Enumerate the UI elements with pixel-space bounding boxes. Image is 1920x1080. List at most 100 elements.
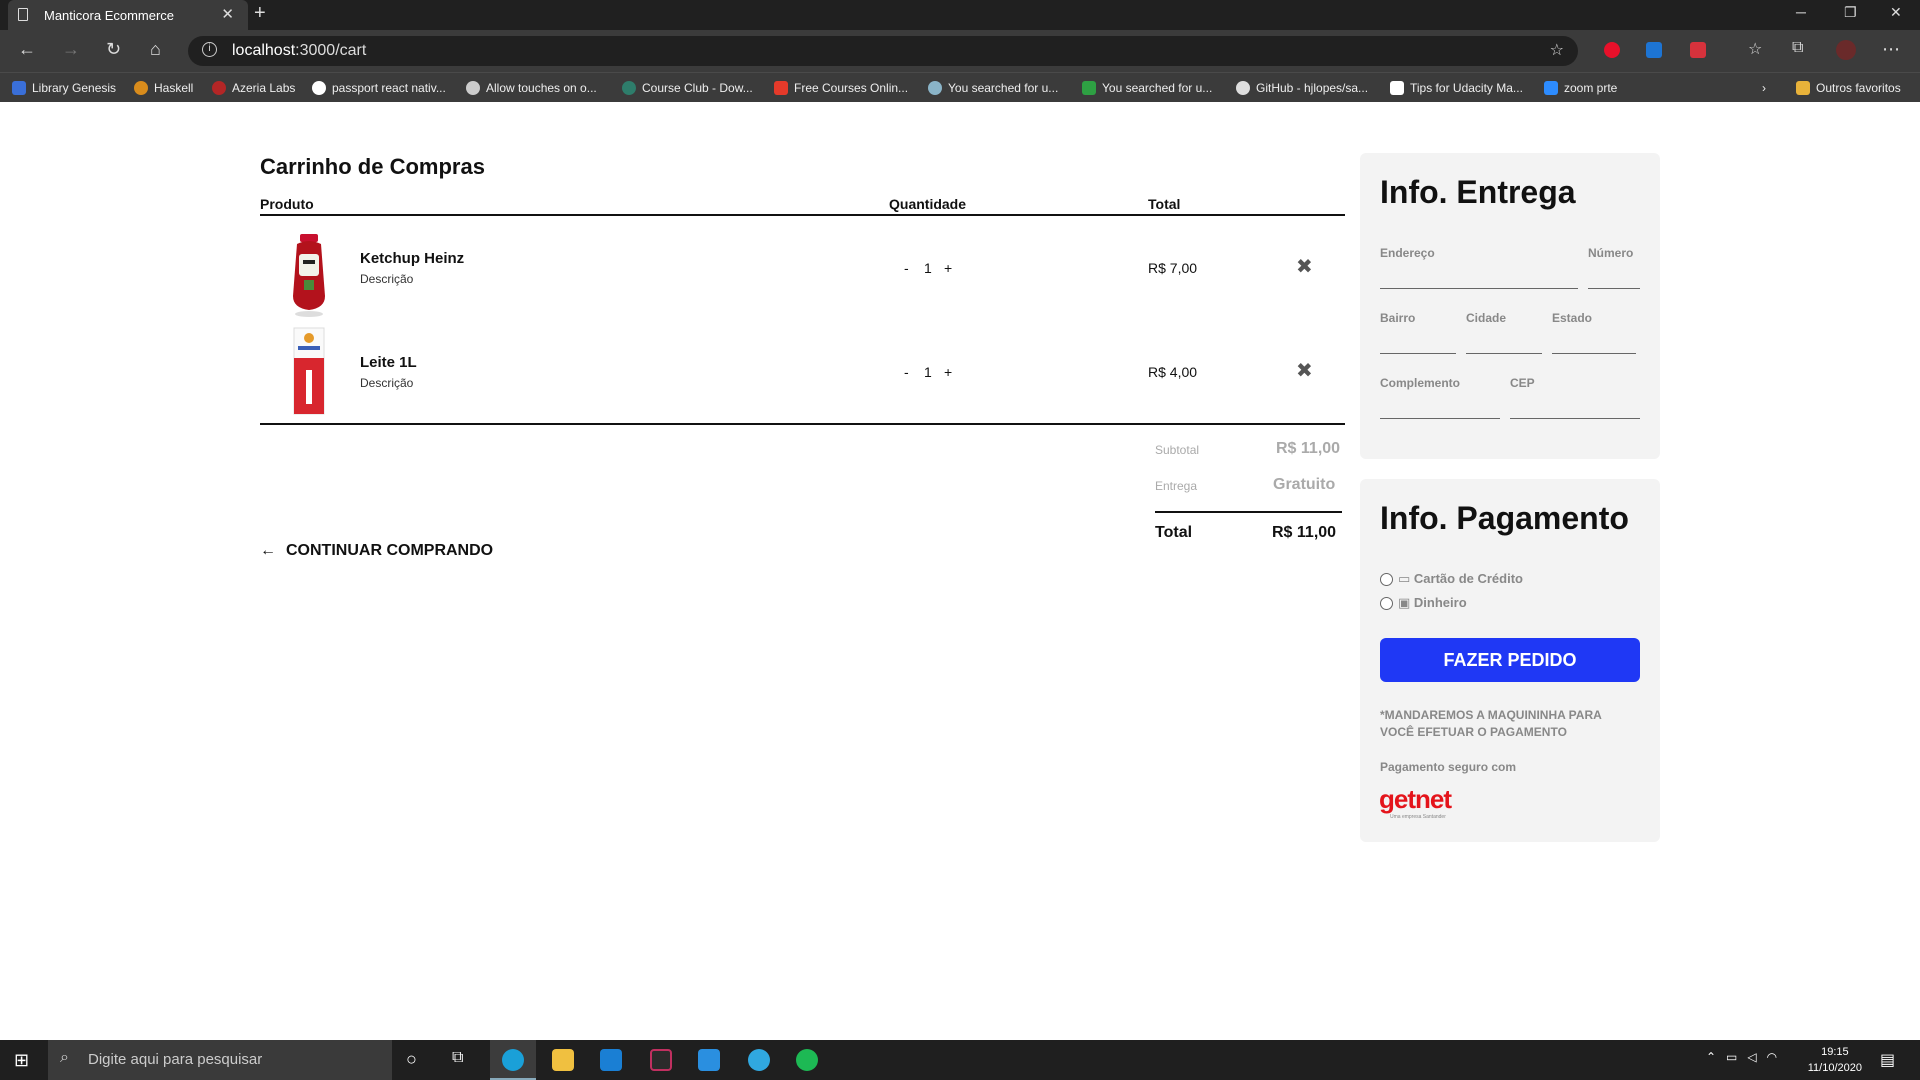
- spotify-icon[interactable]: [796, 1049, 818, 1071]
- file-explorer-icon[interactable]: [552, 1049, 574, 1071]
- address-bar[interactable]: i localhost:3000/cart ☆: [188, 36, 1578, 66]
- complement-field[interactable]: [1380, 418, 1500, 419]
- clock-date: 11/10/2020: [1807, 1062, 1862, 1074]
- milk-thumbnail: [289, 326, 329, 415]
- increase-qty-button[interactable]: +: [944, 260, 952, 276]
- increase-qty-button[interactable]: +: [944, 364, 952, 380]
- back-icon[interactable]: ←: [18, 39, 36, 60]
- bookmark-item[interactable]: You searched for u...: [1082, 81, 1212, 95]
- continue-shopping-label: CONTINUAR COMPRANDO: [286, 542, 494, 559]
- bookmark-item[interactable]: Azeria Labs: [212, 81, 295, 95]
- telegram-icon[interactable]: [748, 1049, 770, 1071]
- extension-red-square-icon[interactable]: [1690, 42, 1706, 58]
- total-value: R$ 11,00: [1272, 524, 1337, 541]
- ketchup-thumbnail: [289, 234, 329, 318]
- city-label: Cidade: [1466, 311, 1507, 325]
- url-path: :3000/cart: [295, 42, 367, 59]
- complement-label: Complemento: [1380, 376, 1461, 390]
- item-name: Leite 1L: [360, 354, 417, 371]
- continue-shopping-link[interactable]: ← CONTINUAR COMPRANDO: [260, 542, 493, 560]
- page-icon: [18, 8, 28, 21]
- terminal-icon[interactable]: [650, 1049, 672, 1071]
- bookmark-item[interactable]: zoom prte: [1544, 81, 1617, 95]
- payment-note: *MANDAREMOS A MAQUININHA PARA VOCÊ EFETU…: [1380, 708, 1602, 739]
- state-field[interactable]: [1552, 353, 1636, 354]
- header-divider: [260, 214, 1345, 216]
- profile-avatar[interactable]: [1836, 40, 1856, 60]
- other-favorites[interactable]: Outros favoritos: [1796, 81, 1901, 95]
- menu-icon[interactable]: ⋯: [1882, 39, 1900, 60]
- extension-red-icon[interactable]: [1604, 42, 1620, 58]
- edge-icon[interactable]: [502, 1049, 524, 1071]
- home-icon[interactable]: ⌂: [150, 39, 161, 60]
- cash-radio[interactable]: [1380, 597, 1393, 610]
- credit-card-option[interactable]: ▭ Cartão de Crédito: [1398, 571, 1523, 587]
- decrease-qty-button[interactable]: -: [904, 364, 909, 380]
- credit-card-radio[interactable]: [1380, 573, 1393, 586]
- vscode-icon[interactable]: [698, 1049, 720, 1071]
- header-total: Total: [1148, 196, 1181, 212]
- bookmarks-overflow-icon[interactable]: ›: [1762, 81, 1766, 95]
- bookmark-item[interactable]: Course Club - Dow...: [622, 81, 753, 95]
- task-view-icon[interactable]: ⧉: [452, 1049, 463, 1067]
- remove-item-icon[interactable]: ✖: [1296, 358, 1313, 383]
- bookmark-item[interactable]: Tips for Udacity Ma...: [1390, 81, 1523, 95]
- total-divider: [1155, 511, 1342, 513]
- address-label: Endereço: [1380, 246, 1435, 260]
- cortana-icon[interactable]: ○: [406, 1049, 417, 1070]
- city-field[interactable]: [1466, 353, 1542, 354]
- shipping-value: Gratuito: [1273, 476, 1336, 493]
- bookmark-item[interactable]: GitHub - hjlopes/sa...: [1236, 81, 1368, 95]
- search-placeholder: Digite aqui para pesquisar: [88, 1051, 263, 1068]
- extension-blue-icon[interactable]: [1646, 42, 1662, 58]
- decrease-qty-button[interactable]: -: [904, 260, 909, 276]
- subtotal-value: R$ 11,00: [1276, 440, 1341, 457]
- reload-icon[interactable]: ↻: [106, 39, 121, 60]
- delivery-title: Info. Entrega: [1380, 174, 1576, 210]
- notifications-icon[interactable]: ▤: [1880, 1050, 1895, 1070]
- taskbar-search[interactable]: ⌕ Digite aqui para pesquisar: [48, 1040, 392, 1080]
- bookmark-item[interactable]: Allow touches on o...: [466, 81, 597, 95]
- new-tab-button[interactable]: +: [254, 2, 266, 25]
- bookmark-item[interactable]: Free Courses Onlin...: [774, 81, 908, 95]
- item-description: Descrição: [360, 376, 414, 390]
- favorite-star-icon[interactable]: ☆: [1550, 40, 1564, 60]
- remove-item-icon[interactable]: ✖: [1296, 254, 1313, 279]
- browser-tab[interactable]: Manticora Ecommerce ✕: [8, 0, 248, 30]
- header-product: Produto: [260, 196, 314, 212]
- tab-title: Manticora Ecommerce: [44, 8, 175, 23]
- site-info-icon[interactable]: i: [202, 42, 217, 57]
- item-price: R$ 7,00: [1148, 260, 1198, 276]
- mail-icon[interactable]: [600, 1049, 622, 1071]
- district-field[interactable]: [1380, 353, 1456, 354]
- forward-icon[interactable]: →: [62, 39, 80, 60]
- credit-card-icon: ▭: [1398, 571, 1414, 586]
- collections-icon[interactable]: ⧉: [1792, 39, 1803, 57]
- item-name: Ketchup Heinz: [360, 250, 465, 267]
- clock[interactable]: 19:15 11/10/2020: [1808, 1044, 1862, 1076]
- state-label: Estado: [1552, 311, 1593, 325]
- system-tray-icons[interactable]: ⌃▭◁◠: [1706, 1050, 1787, 1064]
- bookmarks-bar: Library Genesis Haskell Azeria Labs pass…: [0, 72, 1920, 102]
- bookmark-item[interactable]: You searched for u...: [928, 81, 1058, 95]
- total-label: Total: [1155, 524, 1193, 541]
- place-order-button[interactable]: FAZER PEDIDO: [1380, 638, 1640, 682]
- cash-option[interactable]: ▣ Dinheiro: [1398, 595, 1467, 611]
- getnet-logo-subtitle: Uma empresa Santander: [1390, 814, 1446, 820]
- url-host: localhost: [232, 42, 296, 59]
- close-tab-icon[interactable]: ✕: [221, 5, 234, 23]
- bookmark-item[interactable]: passport react nativ...: [312, 81, 446, 95]
- header-quantity: Quantidade: [889, 196, 967, 212]
- bookmark-item[interactable]: Library Genesis: [12, 81, 116, 95]
- address-field[interactable]: [1380, 288, 1578, 289]
- number-field[interactable]: [1588, 288, 1640, 289]
- minimize-button[interactable]: ─: [1796, 4, 1806, 20]
- zip-field[interactable]: [1510, 418, 1640, 419]
- bookmark-item[interactable]: Haskell: [134, 81, 193, 95]
- cart-title: Carrinho de Compras: [260, 154, 485, 179]
- windows-start-icon[interactable]: ⊞: [14, 1050, 29, 1071]
- favorites-icon[interactable]: ☆: [1748, 39, 1762, 59]
- restore-button[interactable]: ❐: [1844, 4, 1857, 21]
- item-description: Descrição: [360, 272, 414, 286]
- window-close-button[interactable]: ✕: [1890, 4, 1902, 21]
